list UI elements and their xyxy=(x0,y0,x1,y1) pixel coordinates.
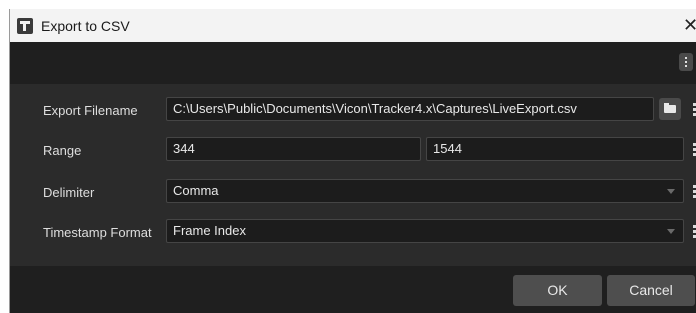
ok-button[interactable]: OK xyxy=(513,275,602,306)
dialog-footer: OK Cancel xyxy=(10,266,696,313)
timestamp-format-select[interactable]: Frame Index xyxy=(166,219,684,243)
range-end-input[interactable]: 1544 xyxy=(426,137,684,161)
chevron-down-icon xyxy=(667,189,675,194)
delimiter-value: Comma xyxy=(173,183,219,198)
export-dialog: Export to CSV ✕ Export Filename C:\Users… xyxy=(9,9,696,313)
delimiter-select[interactable]: Comma xyxy=(166,179,684,203)
dialog-title: Export to CSV xyxy=(41,18,130,34)
filename-input[interactable]: C:\Users\Public\Documents\Vicon\Tracker4… xyxy=(166,97,654,121)
close-icon[interactable]: ✕ xyxy=(683,15,696,35)
range-start-input[interactable]: 344 xyxy=(166,137,421,161)
export-form: Export Filename C:\Users\Public\Document… xyxy=(10,84,696,266)
timestamp-format-label: Timestamp Format xyxy=(43,225,152,240)
folder-open-icon[interactable] xyxy=(659,98,681,120)
timestamp-format-value: Frame Index xyxy=(173,223,246,238)
title-bar[interactable]: Export to CSV ✕ xyxy=(10,9,696,42)
cancel-button[interactable]: Cancel xyxy=(607,275,695,306)
app-icon xyxy=(17,18,33,34)
toolbar-strip xyxy=(10,42,696,84)
range-label: Range xyxy=(43,143,82,158)
filename-label: Export Filename xyxy=(43,103,138,118)
kebab-menu-icon[interactable] xyxy=(679,53,693,71)
delimiter-label: Delimiter xyxy=(43,185,95,200)
chevron-down-icon xyxy=(667,229,675,234)
